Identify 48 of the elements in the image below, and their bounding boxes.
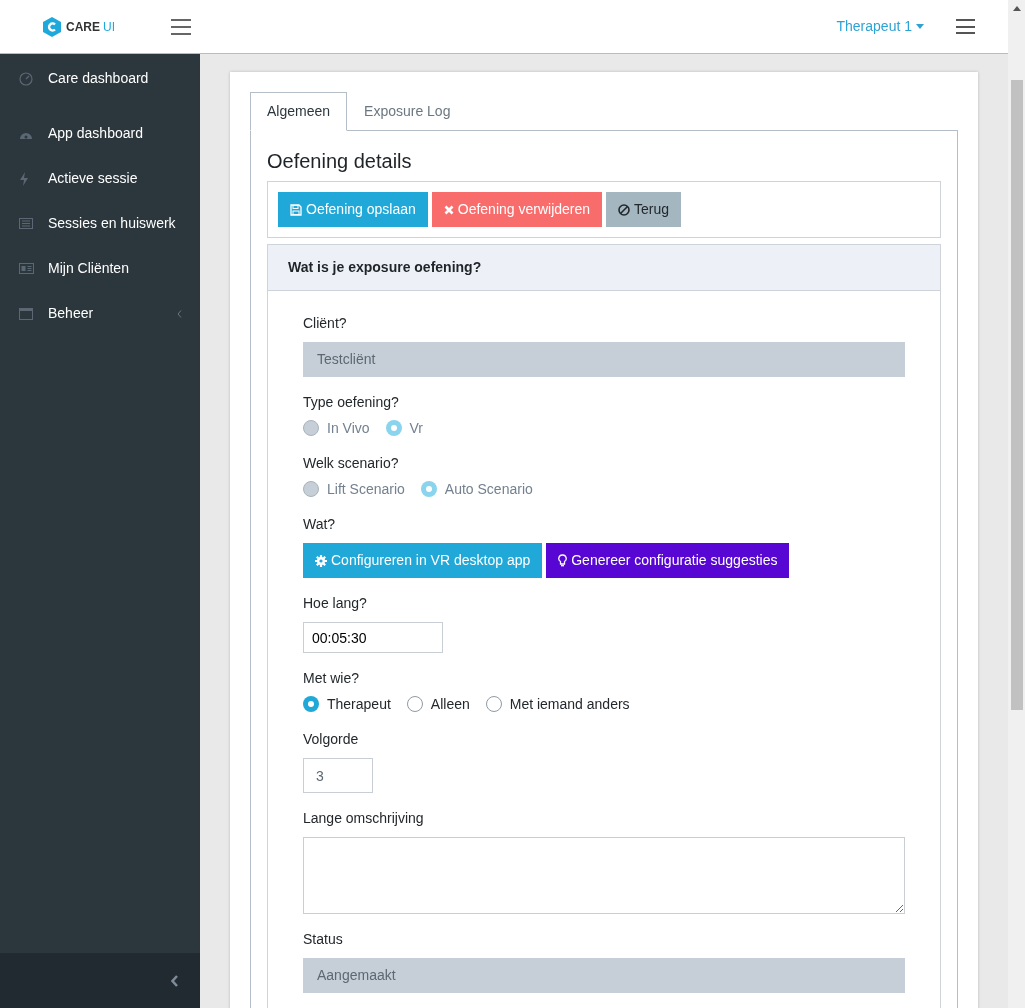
radio-option[interactable]: Therapeut [303, 693, 391, 715]
field-label: Welk scenario? [303, 454, 400, 473]
time-field[interactable]: 00:05:30 [303, 622, 443, 653]
chevron-left-icon [177, 309, 182, 318]
radio-option[interactable]: Alleen [406, 693, 470, 715]
list-icon [19, 218, 34, 229]
id-card-icon [19, 263, 34, 274]
description-field[interactable] [303, 837, 905, 914]
close-icon [443, 204, 454, 215]
sidebar-item[interactable]: App dashboard [0, 111, 200, 156]
sidebar-item[interactable]: Actieve sessie [0, 156, 200, 201]
save-icon [290, 203, 302, 216]
field-label: Met wie? [303, 669, 361, 688]
caret-icon [916, 24, 924, 29]
sidebar-item[interactable]: Mijn Cliënten [0, 246, 200, 291]
back-button[interactable]: Terug [606, 192, 682, 227]
logo-text: CARE UI [66, 18, 115, 36]
field-label: Lange omschrijving [303, 809, 425, 828]
chevron-left-icon [171, 974, 179, 987]
sidebar-item[interactable]: Care dashboard [0, 56, 200, 101]
field-label: Status [303, 930, 344, 949]
sidebar-item[interactable]: Sessies en huiswerk [0, 201, 200, 246]
tab[interactable]: Algemeen [250, 92, 348, 131]
menu-icon[interactable] [956, 19, 975, 34]
select-field: Aangemaakt [303, 958, 905, 993]
logo-icon [43, 16, 61, 37]
settings-icon [315, 554, 327, 567]
lightbulb-icon [558, 554, 568, 567]
select-field: Testcliënt [303, 342, 905, 377]
field-label: Hoe lang? [303, 594, 368, 613]
sidebar-item[interactable]: Beheer [0, 291, 200, 336]
field-label: Wat? [303, 515, 337, 534]
tab[interactable]: Exposure Log [347, 92, 468, 131]
section-title: Wat is je exposure oefening? [288, 258, 482, 277]
menu-icon[interactable] [171, 18, 191, 35]
window-icon [19, 307, 34, 320]
number-field[interactable]: 3 [303, 758, 373, 793]
field-label: Cliënt? [303, 314, 348, 333]
radio-group[interactable]: Therapeut Alleen Met iemand anders [303, 694, 905, 714]
scrollbar-thumb[interactable] [1010, 80, 1023, 710]
ban-icon [618, 203, 631, 216]
field-label: Volgorde [303, 730, 360, 749]
page-title: Oefening details [267, 149, 413, 173]
field-label: Type oefening? [303, 393, 400, 412]
suggestions-button[interactable]: Genereer configuratie suggesties [546, 543, 790, 578]
gauge-icon [19, 71, 34, 86]
scroll-up-icon [1012, 6, 1021, 11]
radio-option[interactable]: Met iemand anders [485, 693, 630, 715]
